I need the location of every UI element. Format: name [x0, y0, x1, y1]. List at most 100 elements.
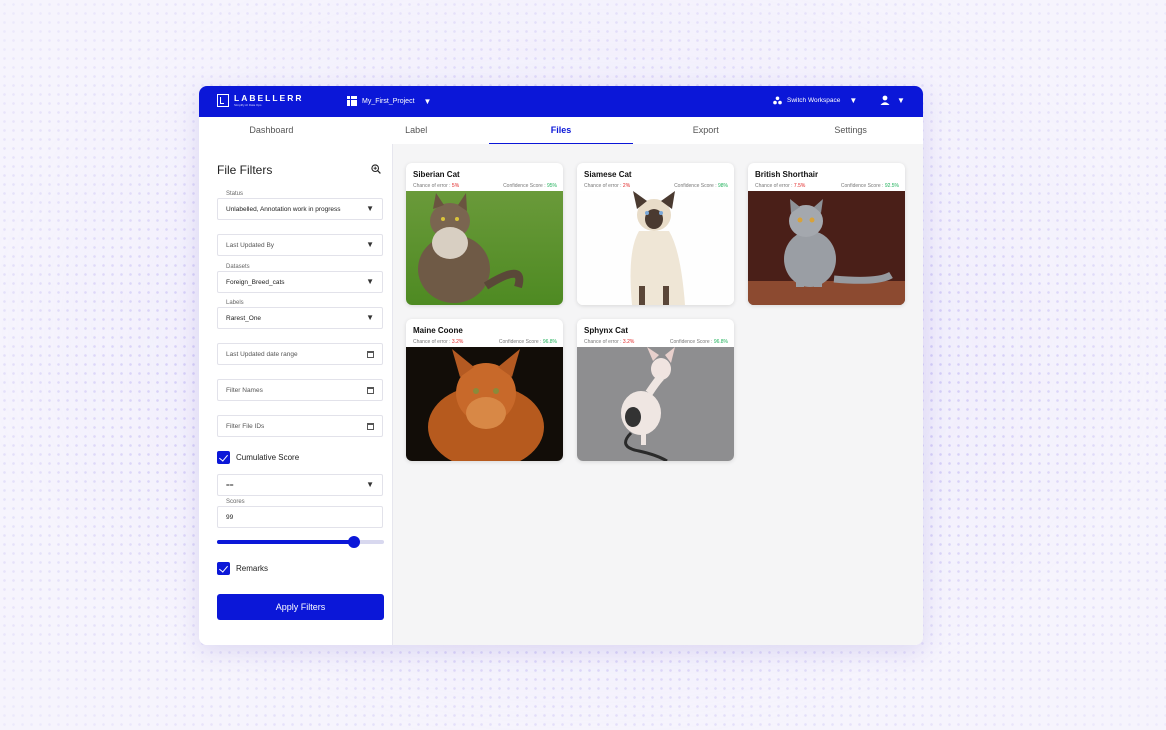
logo-tagline: Simplify AI Data Ops	[234, 103, 262, 107]
operator-value: ==	[226, 482, 234, 489]
error-value: 2%	[622, 183, 631, 189]
switch-workspace-label: Switch Workspace	[787, 97, 841, 104]
card-scores: Chance of error : 7.5% Confidence Score …	[755, 183, 899, 189]
file-card[interactable]: Siberian Cat Chance of error : 5% Confid…	[406, 163, 563, 305]
scores-input[interactable]: Scores 99	[217, 499, 383, 528]
app-window: LABELLERR Simplify AI Data Ops My_First_…	[199, 86, 923, 645]
status-label: Status	[225, 191, 245, 197]
card-scores: Chance of error : 5% Confidence Score : …	[413, 183, 557, 189]
error-label: Chance of error :	[413, 183, 451, 189]
filter-sidebar: File Filters Status Unlabelled, Annotati…	[199, 144, 393, 645]
caret-down-icon: ▼	[366, 313, 374, 322]
error-value: 3.2%	[451, 339, 464, 345]
main-tabs: Dashboard Label Files Export Settings	[199, 117, 923, 145]
score-slider[interactable]	[217, 536, 384, 548]
switch-workspace-button[interactable]: Switch Workspace ▼	[773, 96, 857, 105]
siberian-cat-image	[406, 191, 563, 305]
sphynx-cat-image	[577, 347, 734, 461]
confidence-value: 92.5%	[884, 183, 899, 189]
confidence-value: 96.8%	[713, 339, 728, 345]
card-title: Sphynx Cat	[584, 326, 629, 335]
caret-down-icon: ▼	[849, 96, 858, 105]
confidence-value: 98%	[717, 183, 728, 189]
remarks-checkbox[interactable]: Remarks	[217, 562, 268, 575]
caret-down-icon: ▼	[897, 95, 905, 105]
caret-down-icon: ▼	[366, 240, 374, 249]
filter-file-ids-placeholder: Filter File IDs	[226, 423, 265, 430]
caret-down-icon: ▼	[366, 204, 374, 213]
apply-filters-button[interactable]: Apply Filters	[217, 594, 384, 620]
card-scores: Chance of error : 2% Confidence Score : …	[584, 183, 728, 189]
project-selector[interactable]: My_First_Project ▼	[347, 96, 432, 107]
card-scores: Chance of error : 3.2% Confidence Score …	[584, 339, 728, 345]
user-menu[interactable]: ▼	[880, 95, 905, 105]
confidence-label: Confidence Score :	[498, 339, 542, 345]
checkbox-checked-icon	[217, 451, 230, 464]
tab-dashboard[interactable]: Dashboard	[199, 117, 344, 144]
tab-files[interactable]: Files	[488, 117, 634, 145]
labels-select[interactable]: Labels Rarest_One ▼	[217, 300, 383, 329]
filter-names-field[interactable]: Filter Names	[217, 379, 383, 401]
file-card[interactable]: Sphynx Cat Chance of error : 3.2% Confid…	[577, 319, 734, 461]
status-value: Unlabelled, Annotation work in progress	[226, 206, 341, 213]
error-label: Chance of error :	[755, 183, 793, 189]
error-label: Chance of error :	[413, 339, 451, 345]
maine-coone-image	[406, 347, 563, 461]
slider-thumb[interactable]	[347, 536, 360, 548]
file-card[interactable]: British Shorthair Chance of error : 7.5%…	[748, 163, 905, 305]
british-shorthair-image	[748, 191, 905, 305]
siamese-cat-image	[577, 191, 734, 305]
scores-label: Scores	[225, 499, 246, 505]
tab-label[interactable]: Label	[344, 117, 489, 144]
workspace-icon	[773, 96, 782, 105]
datasets-label: Datasets	[225, 264, 251, 270]
date-range-field[interactable]: Last Updated date range	[217, 343, 383, 365]
last-updated-by-placeholder: Last Updated By	[226, 242, 275, 249]
file-card[interactable]: Maine Coone Chance of error : 3.2% Confi…	[406, 319, 563, 461]
filter-file-ids-field[interactable]: Filter File IDs	[217, 415, 383, 437]
error-value: 7.5%	[793, 183, 806, 189]
caret-down-icon: ▼	[366, 480, 374, 489]
caret-down-icon: ▼	[366, 277, 374, 286]
project-name: My_First_Project	[362, 97, 415, 105]
tab-settings[interactable]: Settings	[778, 117, 923, 144]
confidence-label: Confidence Score :	[674, 183, 717, 189]
datasets-select[interactable]: Datasets Foreign_Breed_cats ▼	[217, 264, 383, 293]
calendar-icon	[367, 387, 374, 394]
error-label: Chance of error :	[584, 183, 622, 189]
card-scores: Chance of error : 3.2% Confidence Score …	[413, 339, 557, 345]
date-range-placeholder: Last Updated date range	[226, 351, 298, 358]
last-updated-by-select[interactable]: Last Updated By ▼	[217, 234, 383, 256]
confidence-label: Confidence Score :	[503, 183, 546, 189]
grid-icon	[347, 96, 358, 107]
error-label: Chance of error :	[584, 339, 622, 345]
filter-names-placeholder: Filter Names	[226, 387, 263, 394]
operator-select[interactable]: == ▼	[217, 474, 383, 496]
file-card[interactable]: Siamese Cat Chance of error : 2% Confide…	[577, 163, 734, 305]
confidence-label: Confidence Score :	[840, 183, 884, 189]
user-icon	[880, 95, 890, 105]
file-filters-title: File Filters	[217, 163, 273, 177]
caret-down-icon: ▼	[423, 96, 432, 106]
labels-label: Labels	[225, 300, 245, 306]
cumulative-score-label: Cumulative Score	[236, 453, 300, 462]
logo-name: LABELLERR	[234, 93, 304, 103]
top-bar: LABELLERR Simplify AI Data Ops My_First_…	[199, 86, 923, 117]
files-gallery: Siberian Cat Chance of error : 5% Confid…	[393, 144, 923, 645]
status-select[interactable]: Status Unlabelled, Annotation work in pr…	[217, 191, 383, 220]
error-value: 3.2%	[622, 339, 635, 345]
remarks-label: Remarks	[236, 564, 269, 573]
logo-mark-icon	[217, 94, 229, 107]
scores-value: 99	[226, 514, 234, 521]
confidence-value: 96.8%	[542, 339, 557, 345]
checkbox-checked-icon	[217, 562, 230, 575]
card-title: Maine Coone	[413, 326, 463, 335]
tab-export[interactable]: Export	[633, 117, 778, 144]
confidence-value: 95%	[546, 183, 557, 189]
confidence-label: Confidence Score :	[669, 339, 713, 345]
card-title: British Shorthair	[755, 170, 819, 179]
card-title: Siberian Cat	[413, 170, 460, 179]
logo[interactable]: LABELLERR Simplify AI Data Ops	[217, 94, 303, 107]
cumulative-score-checkbox[interactable]: Cumulative Score	[217, 451, 299, 464]
zoom-in-icon[interactable]	[371, 164, 381, 174]
